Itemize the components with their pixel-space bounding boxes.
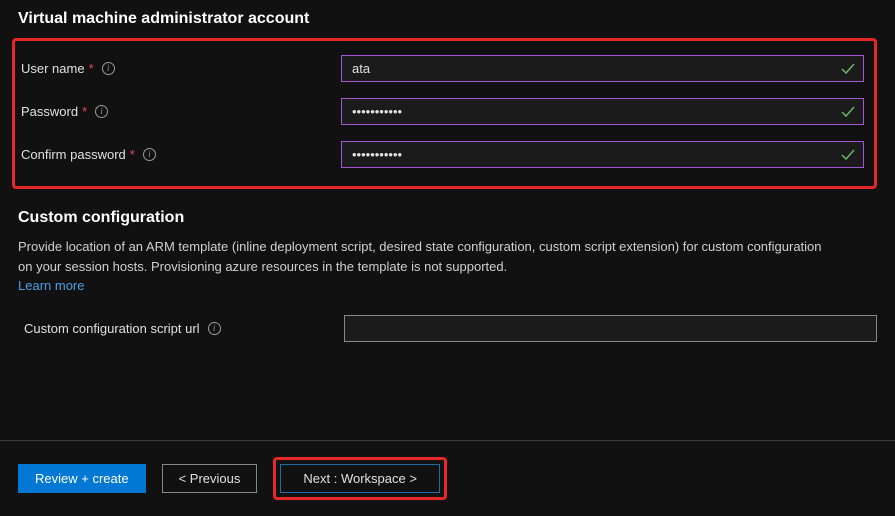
label-username-text: User name (21, 61, 85, 76)
section-admin-title: Virtual machine administrator account (18, 10, 877, 28)
previous-button[interactable]: < Previous (162, 464, 258, 493)
label-script-url: Custom configuration script url i (24, 321, 344, 336)
username-input[interactable] (341, 55, 864, 82)
required-indicator: * (89, 61, 94, 76)
confirm-password-input[interactable] (341, 141, 864, 168)
wizard-footer: Review + create < Previous Next : Worksp… (0, 440, 895, 516)
row-script-url: Custom configuration script url i (18, 315, 877, 342)
label-confirm-password: Confirm password * i (21, 147, 341, 162)
required-indicator: * (82, 104, 87, 119)
password-input[interactable] (341, 98, 864, 125)
next-workspace-button[interactable]: Next : Workspace > (280, 464, 440, 493)
row-username: User name * i (15, 55, 864, 82)
info-icon[interactable]: i (143, 148, 156, 161)
label-password: Password * i (21, 104, 341, 119)
info-icon[interactable]: i (102, 62, 115, 75)
script-url-input[interactable] (344, 315, 877, 342)
admin-account-group: User name * i Password * i Confirm pas (12, 38, 877, 189)
info-icon[interactable]: i (95, 105, 108, 118)
review-create-button[interactable]: Review + create (18, 464, 146, 493)
info-icon[interactable]: i (208, 322, 221, 335)
custom-config-description: Provide location of an ARM template (inl… (18, 237, 838, 276)
label-script-url-text: Custom configuration script url (24, 321, 200, 336)
row-confirm-password: Confirm password * i (15, 141, 864, 168)
section-custom-title: Custom configuration (18, 209, 877, 227)
label-username: User name * i (21, 61, 341, 76)
required-indicator: * (130, 147, 135, 162)
row-password: Password * i (15, 98, 864, 125)
next-button-highlight: Next : Workspace > (273, 457, 447, 500)
label-password-text: Password (21, 104, 78, 119)
label-confirm-text: Confirm password (21, 147, 126, 162)
learn-more-link[interactable]: Learn more (18, 278, 84, 293)
